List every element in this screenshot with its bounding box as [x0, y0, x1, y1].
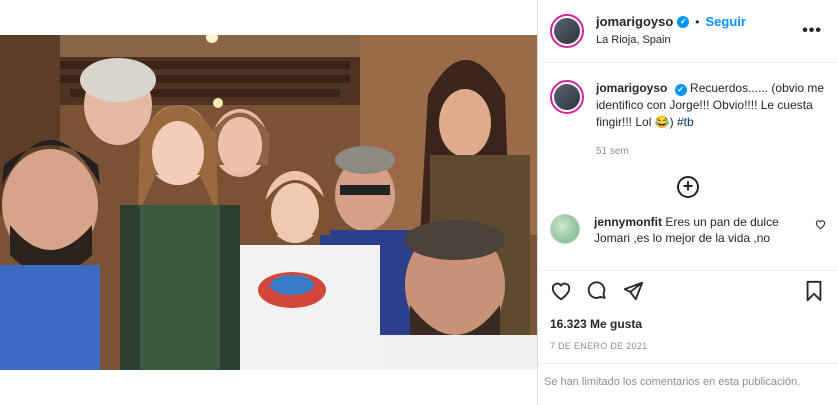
bookmark-icon[interactable]	[803, 280, 827, 304]
post-actions: 16.323 Me gusta 7 DE ENERO DE 2021	[538, 270, 838, 351]
location-link[interactable]: La Rioja, Spain	[596, 32, 746, 48]
more-options-icon[interactable]: •••	[802, 22, 822, 40]
like-heart-icon[interactable]	[550, 280, 574, 304]
comment-bubble-icon[interactable]	[586, 280, 610, 304]
load-more-comments: +	[538, 176, 838, 198]
like-count[interactable]: 16.323 Me gusta	[550, 317, 827, 331]
comments-limited-notice: Se han limitado los comentarios en esta …	[538, 363, 838, 405]
caption-username[interactable]: jomarigoyso	[596, 81, 667, 95]
share-paper-plane-icon[interactable]	[622, 280, 646, 304]
separator-dot: •	[695, 15, 700, 29]
group-photo-illustration	[0, 35, 537, 370]
follow-button[interactable]: Seguir	[706, 14, 746, 30]
caption-timestamp[interactable]: 51 sem	[596, 143, 826, 160]
comment-like-heart-icon[interactable]	[815, 219, 826, 233]
post-sidebar: jomarigoyso ✓ • Seguir La Rioja, Spain •…	[537, 0, 838, 405]
caption-hashtag[interactable]: #tb	[677, 115, 694, 129]
comment-item: jennymonfit Eres un pan de dulce Jomari …	[538, 214, 838, 246]
load-more-comments-icon[interactable]: +	[677, 176, 699, 198]
author-info: jomarigoyso ✓ • Seguir La Rioja, Spain	[596, 14, 746, 48]
commenter-username[interactable]: jennymonfit	[594, 215, 662, 229]
author-username[interactable]: jomarigoyso	[596, 14, 673, 30]
post-header: jomarigoyso ✓ • Seguir La Rioja, Spain •…	[538, 0, 838, 63]
post-caption: jomarigoyso ✓ Recuerdos...... (obvio me …	[538, 63, 838, 160]
commenter-avatar[interactable]	[550, 214, 580, 244]
verified-badge-icon: ✓	[674, 84, 687, 96]
post-photo[interactable]	[0, 35, 537, 370]
post-date: 7 DE ENERO DE 2021	[550, 341, 648, 351]
instagram-post-view: jomarigoyso ✓ • Seguir La Rioja, Spain •…	[0, 0, 838, 405]
author-avatar[interactable]	[550, 14, 584, 48]
caption-author-avatar[interactable]	[550, 80, 584, 114]
photo-pane	[0, 0, 537, 405]
verified-badge-icon: ✓	[677, 16, 690, 28]
